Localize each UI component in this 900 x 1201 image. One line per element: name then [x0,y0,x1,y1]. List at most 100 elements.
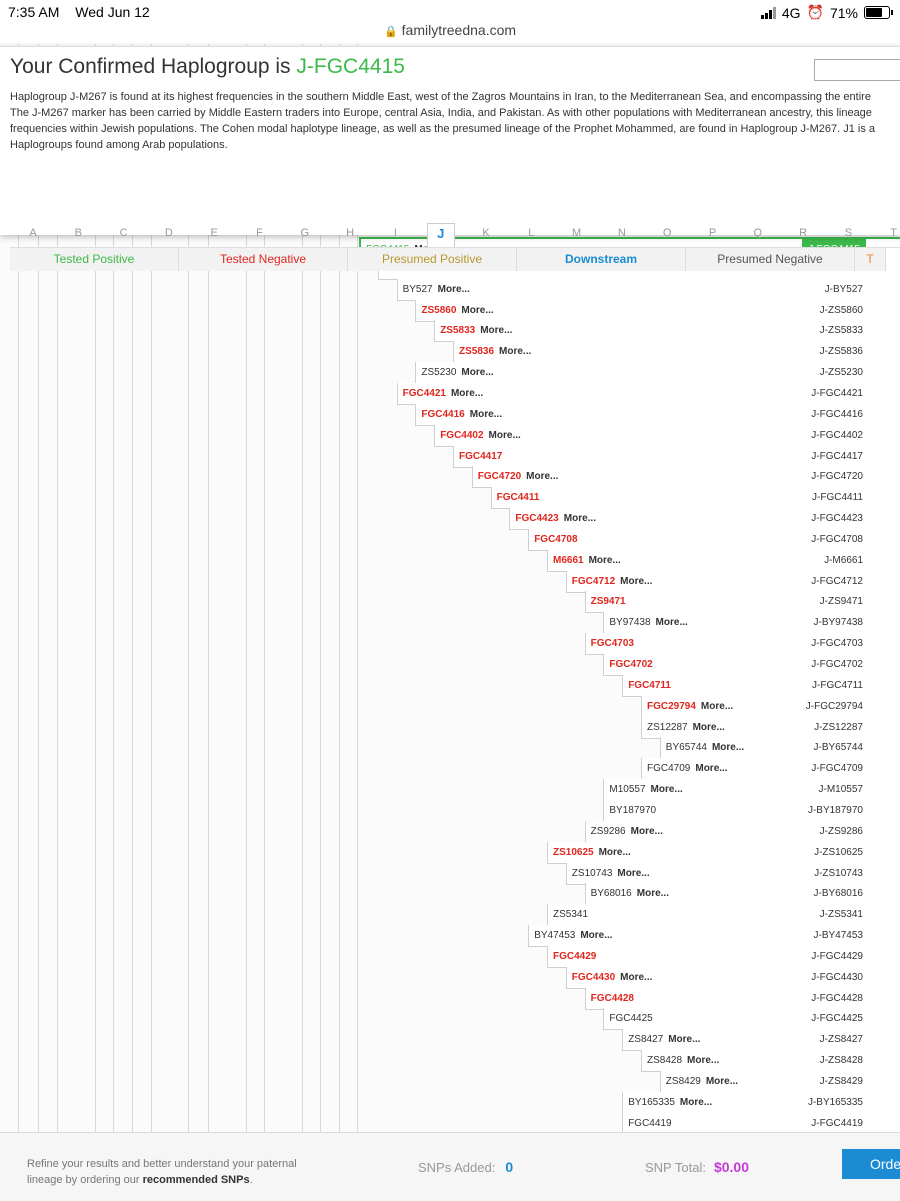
order-button[interactable]: Orde [842,1149,900,1179]
snp-name[interactable]: BY97438 [609,617,650,628]
more-link[interactable]: More... [620,576,652,587]
tree-node[interactable]: ZS8429 More... J-ZS8429 [659,1071,900,1093]
tree-node[interactable]: ZS5341 J-ZS5341 [547,904,900,927]
snp-name[interactable]: BY187970 [609,805,656,816]
letter-tab-k[interactable]: K [476,227,496,239]
tree-node[interactable]: FGC4709 More... J-FGC4709 [641,758,900,781]
letter-tab-r[interactable]: R [793,227,813,239]
more-link[interactable]: More... [693,722,725,733]
recommended-snps-link[interactable]: recommended SNPs [143,1174,250,1186]
more-link[interactable]: More... [620,972,652,983]
more-link[interactable]: More... [526,471,558,482]
tree-node[interactable]: FGC4720 More... J-FGC4720 [471,466,900,489]
more-link[interactable]: More... [461,367,493,378]
snp-name[interactable]: FGC4720 [478,471,521,482]
more-link[interactable]: More... [470,409,502,420]
snp-name[interactable]: BY68016 [591,888,632,899]
snp-name[interactable]: ZS5833 [440,325,475,336]
snp-name[interactable]: ZS9471 [591,596,626,607]
snp-name[interactable]: ZS10625 [553,847,594,858]
more-link[interactable]: More... [617,868,649,879]
more-link[interactable]: More... [631,826,663,837]
more-link[interactable]: More... [589,555,621,566]
letter-tab-i[interactable]: I [385,227,405,239]
tree-node[interactable]: M6661 More... J-M6661 [547,549,900,572]
more-link[interactable]: More... [599,847,631,858]
snp-name[interactable]: FGC4423 [515,513,558,524]
letter-tab-e[interactable]: E [204,227,224,239]
more-link[interactable]: More... [637,888,669,899]
tree-node[interactable]: BY47453 More... J-BY47453 [528,925,900,948]
tree-node[interactable]: ZS10743 More... J-ZS10743 [565,862,900,885]
tree-node[interactable]: FGC4421 More... J-FGC4421 [396,382,900,405]
tree-node[interactable]: FGC4711 J-FGC4711 [622,674,900,697]
snp-name[interactable]: FGC4708 [534,534,577,545]
tree-node[interactable]: BY97438 More... J-BY97438 [603,612,900,635]
tree-node[interactable]: ZS8427 More... J-ZS8427 [622,1029,900,1052]
snp-name[interactable]: BY527 [403,284,433,295]
snp-name[interactable]: ZS9286 [591,826,626,837]
tree-node[interactable]: ZS12287 More... J-ZS12287 [641,716,900,739]
snp-name[interactable]: ZS5341 [553,909,588,920]
more-link[interactable]: More... [656,617,688,628]
more-link[interactable]: More... [438,284,470,295]
snp-name[interactable]: ZS8428 [647,1055,682,1066]
more-link[interactable]: More... [564,513,596,524]
tree-node[interactable]: FGC4712 More... J-FGC4712 [565,570,900,593]
snp-name[interactable]: FGC4702 [609,659,652,670]
snp-name[interactable]: FGC4402 [440,430,483,441]
more-link[interactable]: More... [712,742,744,753]
more-link[interactable]: More... [451,388,483,399]
tree-node[interactable]: ZS8428 More... J-ZS8428 [641,1050,900,1073]
tree-node[interactable]: FGC4429 J-FGC4429 [547,945,900,968]
letter-tab-d[interactable]: D [159,227,179,239]
tree-node[interactable]: ZS5836 More... J-ZS5836 [453,341,900,364]
more-link[interactable]: More... [580,930,612,941]
snp-name[interactable]: ZS8427 [628,1034,663,1045]
snp-name[interactable]: FGC29794 [647,701,696,712]
more-link[interactable]: More... [651,784,683,795]
more-link[interactable]: More... [680,1097,712,1108]
snp-name[interactable]: FGC4703 [591,638,634,649]
tree-node[interactable]: BY65744 More... J-BY65744 [659,737,900,760]
letter-tab-s[interactable]: S [838,227,858,239]
tree-node[interactable]: ZS9471 J-ZS9471 [584,591,900,614]
more-link[interactable]: More... [687,1055,719,1066]
url-bar[interactable]: 🔒 familytreedna.com [0,22,900,44]
tree-node[interactable]: FGC4430 More... J-FGC4430 [565,966,900,989]
snp-name[interactable]: M10557 [609,784,645,795]
tree-node[interactable]: BY165335 More... J-BY165335 [622,1091,900,1114]
letter-tab-a[interactable]: A [23,227,43,239]
letter-tab-o[interactable]: O [657,227,677,239]
letter-tab-j[interactable]: J [426,223,455,250]
tree-node[interactable]: BY187970 J-BY187970 [603,799,900,822]
snp-name[interactable]: FGC4711 [628,680,671,691]
snp-name[interactable]: FGC4428 [591,993,634,1004]
snp-name[interactable]: FGC4416 [421,409,464,420]
more-link[interactable]: More... [701,701,733,712]
tree-node[interactable]: FGC4708 J-FGC4708 [528,528,900,551]
tree-node[interactable]: ZS5230 More... J-ZS5230 [415,362,900,385]
snp-name[interactable]: FGC4430 [572,972,615,983]
tree-node[interactable]: ZS5833 More... J-ZS5833 [434,320,900,343]
letter-tab-m[interactable]: M [567,227,587,239]
more-link[interactable]: More... [499,346,531,357]
snp-name[interactable]: M6661 [553,555,584,566]
snp-name[interactable]: FGC4411 [497,492,540,503]
tree-node[interactable]: FGC4417 J-FGC4417 [453,445,900,468]
letter-tab-f[interactable]: F [250,227,270,239]
snp-name[interactable]: FGC4429 [553,951,596,962]
tree-node[interactable]: FGC4702 J-FGC4702 [603,654,900,676]
snp-name[interactable]: ZS5230 [421,367,456,378]
letter-tab-l[interactable]: L [521,227,541,239]
letter-tab-n[interactable]: N [612,227,632,239]
more-link[interactable]: More... [668,1034,700,1045]
tree-node[interactable]: BY527 More... J-BY527 [396,278,900,301]
tree-node[interactable]: ZS10625 More... J-ZS10625 [547,841,900,864]
tree-node[interactable]: FGC4411 J-FGC4411 [490,487,900,510]
snp-name[interactable]: FGC4425 [609,1013,652,1024]
tree-node[interactable]: ZS5860 More... J-ZS5860 [415,299,900,322]
tree-node[interactable]: FGC4416 More... J-FGC4416 [415,403,900,426]
tree-node[interactable]: FGC4703 J-FGC4703 [584,633,900,656]
snp-name[interactable]: FGC4421 [403,388,446,399]
